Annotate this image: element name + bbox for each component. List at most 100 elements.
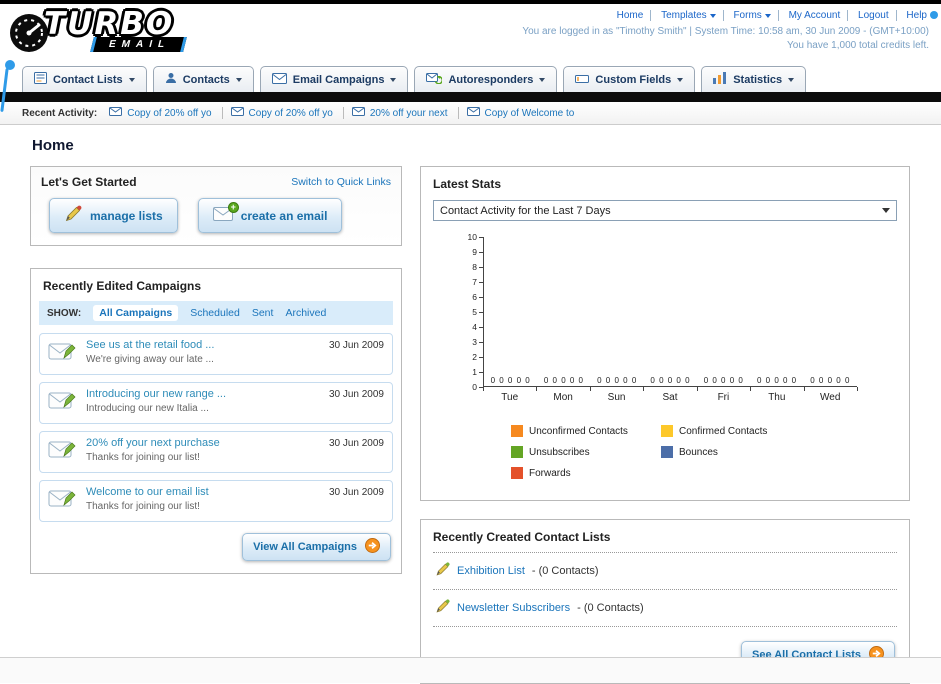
envelope-pencil-icon [48, 390, 78, 415]
nav-tab-contact-lists[interactable]: Contact Lists [22, 66, 147, 92]
top-link-my-account[interactable]: My Account [782, 10, 849, 21]
logo-subtitle: EMAIL [90, 37, 187, 52]
nav-tab-label: Custom Fields [595, 73, 672, 86]
nav-tab-label: Contact Lists [53, 73, 123, 86]
header-right: Home Templates Forms My Account Logout H… [522, 10, 929, 51]
top-links: Home Templates Forms My Account Logout H… [522, 10, 929, 21]
statistics-icon [713, 72, 727, 87]
chart-xlabels: Tue Mon Sun Sat Fri Thu Wed [483, 387, 858, 405]
plus-badge-icon: + [227, 202, 239, 213]
recent-activity-item[interactable]: Copy of 20% off yo [230, 107, 344, 119]
campaign-item[interactable]: Welcome to our email list Thanks for joi… [39, 480, 393, 522]
nav-tab-email-campaigns[interactable]: Email Campaigns [259, 66, 409, 92]
top-link-label: Help [906, 10, 927, 21]
right-column: Latest Stats Contact Activity for the La… [420, 166, 910, 684]
campaign-item[interactable]: 20% off your next purchase Thanks for jo… [39, 431, 393, 473]
envelope-icon [351, 107, 365, 119]
legend-item: Bounces [661, 446, 811, 458]
nav-tab-custom-fields[interactable]: Custom Fields [563, 66, 696, 92]
top-link-logout[interactable]: Logout [851, 10, 897, 21]
recent-activity-text: Copy of Welcome to [484, 107, 575, 119]
get-started-title: Let's Get Started [41, 175, 137, 189]
x-axis-label: Sun [607, 392, 626, 403]
custom-fields-icon [575, 73, 590, 87]
contact-list-link[interactable]: Exhibition List [457, 565, 525, 577]
top-link-templates[interactable]: Templates [654, 10, 724, 21]
campaign-filter-bar: SHOW: All Campaigns Scheduled Sent Archi… [39, 301, 393, 325]
bar-value-labels: 0 0 0 0 0 [703, 376, 744, 385]
credits-info: You have 1,000 total credits left. [787, 40, 929, 51]
main-content: Home Let's Get Started Switch to Quick L… [0, 125, 941, 684]
campaign-subtitle: Thanks for joining our list! [86, 452, 200, 463]
campaign-subtitle: Introducing our new Italia ... [86, 403, 209, 414]
campaign-item[interactable]: See us at the retail food ... We're givi… [39, 333, 393, 375]
stats-period-select[interactable]: Contact Activity for the Last 7 Days [433, 200, 897, 221]
contact-list-detail: - (0 Contacts) [531, 565, 599, 577]
legend-swatch [511, 446, 523, 458]
create-email-label: create an email [240, 208, 328, 223]
filter-archived[interactable]: Archived [285, 307, 326, 319]
campaign-title-link[interactable]: See us at the retail food ... [86, 339, 321, 351]
campaign-subtitle: We're giving away our late ... [86, 354, 214, 365]
chart-bar-group: 0 0 0 0 0 [697, 237, 750, 386]
campaign-date: 30 Jun 2009 [328, 438, 384, 449]
campaign-title-link[interactable]: 20% off your next purchase [86, 437, 321, 449]
x-axis-tick [750, 387, 752, 391]
latest-stats-panel: Latest Stats Contact Activity for the La… [420, 166, 910, 501]
view-all-campaigns-button[interactable]: View All Campaigns [242, 533, 391, 561]
chevron-down-icon [128, 77, 135, 82]
recent-activity-item[interactable]: 20% off your next [351, 107, 459, 119]
chart-bar-group: 0 0 0 0 0 [537, 237, 590, 386]
legend-swatch [511, 467, 523, 479]
contact-list-item[interactable]: Exhibition List - (0 Contacts) [433, 553, 897, 590]
recent-activity-item[interactable]: Copy of 20% off yo [109, 107, 223, 119]
switch-quick-links-link[interactable]: Switch to Quick Links [291, 176, 391, 188]
nav-tab-statistics[interactable]: Statistics [701, 66, 807, 92]
chart-bar-group: 0 0 0 0 0 [644, 237, 697, 386]
x-axis-label: Sat [662, 392, 678, 403]
envelope-plus-icon: + [212, 202, 239, 224]
campaign-title-link[interactable]: Welcome to our email list [86, 486, 321, 498]
manage-lists-button[interactable]: manage lists [49, 198, 178, 233]
top-link-help[interactable]: Help [899, 10, 929, 21]
contact-lists-icon [34, 72, 47, 87]
arrow-circle-icon [365, 538, 380, 556]
bar-value-labels: 0 0 0 0 0 [650, 376, 691, 385]
contact-list-item[interactable]: Newsletter Subscribers - (0 Contacts) [433, 590, 897, 627]
legend-item: Forwards [511, 467, 661, 479]
nav-tab-autoresponders[interactable]: Autoresponders [414, 66, 558, 92]
legend-item: Unsubscribes [511, 446, 661, 458]
envelope-pencil-icon [48, 439, 78, 464]
bar-value-labels: 0 0 0 0 0 [810, 376, 851, 385]
nav-tab-label: Autoresponders [448, 73, 534, 86]
campaign-date: 30 Jun 2009 [328, 340, 384, 351]
decoration-dot [930, 11, 938, 19]
recently-edited-campaigns-panel: Recently Edited Campaigns SHOW: All Camp… [30, 268, 402, 574]
x-axis-label: Tue [501, 392, 519, 403]
pencil-icon [64, 205, 82, 226]
create-email-button[interactable]: + create an email [197, 198, 343, 233]
recent-activity-item[interactable]: Copy of Welcome to [466, 107, 585, 119]
filter-scheduled[interactable]: Scheduled [190, 307, 240, 319]
chevron-down-icon [677, 77, 684, 82]
chart-bar-group: 0 0 0 0 0 [750, 237, 803, 386]
app-logo[interactable]: TURBO EMAIL [8, 8, 187, 57]
filter-sent[interactable]: Sent [252, 307, 274, 319]
top-link-forms[interactable]: Forms [726, 10, 779, 21]
campaign-item[interactable]: Introducing our new range ... Introducin… [39, 382, 393, 424]
contact-list-link[interactable]: Newsletter Subscribers [457, 602, 570, 614]
x-axis-label: Mon [553, 392, 573, 403]
show-label: SHOW: [47, 307, 82, 319]
bar-value-labels: 0 0 0 0 0 [490, 376, 531, 385]
chart-plot: 0 0 0 0 0 0 0 0 0 0 0 0 0 0 0 0 0 0 0 0 0 0 … [483, 237, 857, 387]
nav-tab-contacts[interactable]: Contacts [152, 66, 254, 92]
filter-all-campaigns[interactable]: All Campaigns [93, 305, 179, 321]
view-all-campaigns-label: View All Campaigns [253, 541, 357, 553]
campaign-title-link[interactable]: Introducing our new range ... [86, 388, 321, 400]
bar-value-labels: 0 0 0 0 0 [756, 376, 798, 385]
top-link-home[interactable]: Home [610, 10, 652, 21]
latest-stats-chart: 10 9 8 7 6 5 4 3 2 1 0 0 0 0 0 00 0 0 0 00 0 0 0 0… [461, 232, 858, 488]
chart-bar-group: 0 0 0 0 0 [484, 237, 537, 386]
autoresponders-icon [426, 72, 444, 87]
chevron-down-icon [764, 13, 771, 18]
